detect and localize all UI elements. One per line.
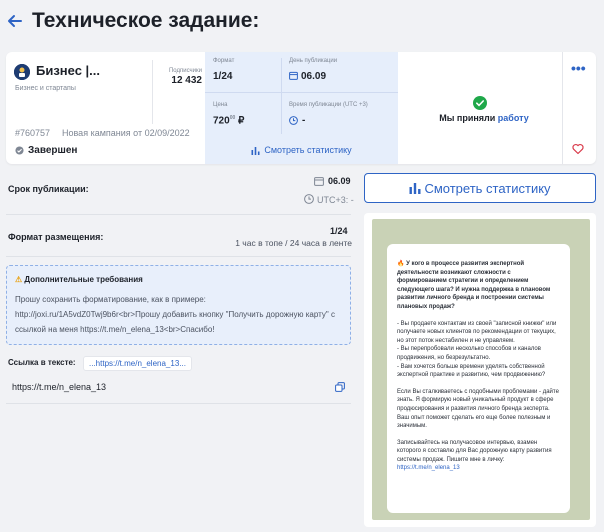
format-placement-label: Формат размещения: (8, 232, 104, 242)
publish-date-label: День публикации (289, 58, 338, 64)
status-label: Завершен (28, 145, 78, 156)
publish-term-label: Срок публикации: (8, 184, 89, 194)
link-in-text-chip[interactable]: ...https://t.me/n_elena_13... (83, 356, 192, 371)
panel-stats-label: Смотреть статистику (264, 145, 352, 155)
heart-icon[interactable] (572, 143, 584, 155)
post-preview-card: 🔥 У кого в процессе развития экспертной … (364, 213, 596, 527)
price-value: 72000 ₽ (213, 115, 245, 127)
campaign-id: #760757 (15, 128, 51, 138)
requirements-text: Прошу сохранить форматирование, как в пр… (15, 295, 335, 334)
post-link[interactable]: https://t.me/n_elena_13 (397, 465, 460, 471)
publish-time-label: Время публикации (UTC +3) (289, 102, 368, 108)
publish-timezone: UTC+3: - (317, 195, 354, 205)
placement-info-panel: Формат 1/24 День публикации 06.09 Цена 7… (205, 52, 398, 164)
post-paragraph: Если Вы сталкиваетесь с подобными пробле… (397, 388, 559, 430)
fire-icon: 🔥 (397, 261, 405, 267)
success-check-icon (473, 96, 487, 110)
post-paragraph: 🔥 У кого в процессе развития экспертной … (397, 261, 551, 310)
price-label: Цена (213, 102, 228, 108)
back-arrow-icon[interactable] (6, 12, 24, 30)
bar-chart-icon (409, 183, 421, 194)
calendar-icon (314, 177, 324, 186)
panel-stats-link[interactable]: Смотреть статистику (205, 142, 398, 158)
publish-date-value: 06.09 (301, 71, 327, 82)
channel-name[interactable]: Бизнес |... (36, 63, 100, 78)
post-paragraph: - Вы продаете контактам из своей "записн… (397, 320, 557, 344)
link-in-text-label: Ссылка в тексте: (8, 358, 76, 367)
divider (6, 214, 351, 215)
title-row: Техническое задание: (6, 8, 259, 34)
publish-date: 06.09 (328, 176, 351, 186)
requirements-title: ⚠ Дополнительные требования (15, 275, 143, 284)
clock-icon (304, 194, 314, 204)
clock-icon (289, 116, 298, 125)
check-circle-icon (15, 146, 24, 155)
divider (205, 92, 398, 93)
more-options-icon[interactable]: ••• (571, 60, 586, 76)
warning-icon: ⚠ (15, 275, 23, 284)
campaign-card: Бизнес |... Бизнес и стартапы Подписчики… (6, 52, 596, 164)
view-statistics-button[interactable]: Смотреть статистику (364, 173, 596, 203)
publish-time-value: - (302, 115, 306, 126)
post-message-bubble: 🔥 У кого в процессе развития экспертной … (387, 244, 570, 513)
divider (6, 256, 351, 257)
format-placement-value: 1/24 (330, 226, 348, 236)
format-label: Формат (213, 58, 235, 64)
divider (281, 58, 282, 134)
format-value: 1/24 (213, 71, 233, 82)
divider (6, 403, 351, 404)
post-paragraph: - Вы перепробовали несколько способов и … (397, 346, 541, 361)
format-description: 1 час в топе / 24 часа в ленте (235, 238, 352, 248)
requirements-box: ⚠ Дополнительные требования Прошу сохран… (6, 265, 351, 345)
post-paragraph: - Вам хочется больше времени уделять соб… (397, 363, 546, 379)
divider (562, 52, 563, 164)
page-title: Техническое задание: (32, 9, 260, 32)
chat-background: 🔥 У кого в процессе развития экспертной … (372, 219, 590, 520)
channel-avatar (14, 64, 30, 80)
divider (152, 60, 153, 124)
campaign-name: Новая кампания от 02/09/2022 (62, 128, 190, 138)
post-paragraph: Записывайтесь на получасовое интервью, в… (397, 439, 552, 463)
subscribers-label: Подписчики (168, 68, 202, 74)
copy-icon[interactable] (335, 382, 345, 392)
channel-category: Бизнес и стартапы (15, 85, 76, 92)
calendar-icon (289, 71, 298, 80)
accepted-message: Мы приняли работу (439, 113, 529, 123)
link-full: https://t.me/n_elena_13 (12, 382, 107, 392)
bar-chart-icon (251, 146, 260, 155)
subscribers-count: 12 432 (171, 75, 202, 86)
accepted-work-link[interactable]: работу (498, 113, 529, 123)
